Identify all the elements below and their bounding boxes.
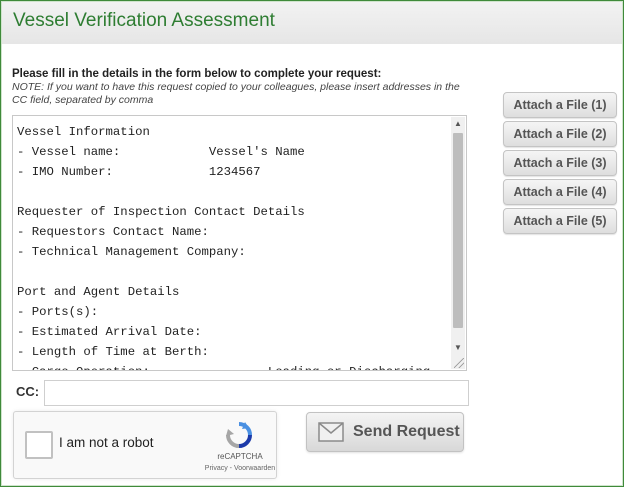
attach-file-3-button[interactable]: Attach a File (3) [503,150,617,176]
recaptcha-logo-icon [226,422,252,448]
attach-file-4-button[interactable]: Attach a File (4) [503,179,617,205]
attach-file-5-button[interactable]: Attach a File (5) [503,208,617,234]
send-request-button[interactable]: Send Request [306,412,464,452]
scroll-down-arrow-icon[interactable]: ▼ [451,341,465,355]
resize-grip-icon[interactable] [454,358,464,368]
recaptcha-checkbox-label: I am not a robot [59,435,154,450]
textarea-scrollbar[interactable]: ▲ ▼ [451,117,465,369]
form-frame: Vessel Verification Assessment Please fi… [0,0,624,487]
envelope-icon [318,422,344,442]
form-instructions: Please fill in the details in the form b… [12,67,472,107]
attach-file-2-button[interactable]: Attach a File (2) [503,121,617,147]
cc-input[interactable] [44,380,469,406]
instructions-note: NOTE: If you want to have this request c… [12,81,460,106]
recaptcha-brand: reCAPTCHA [217,452,263,461]
page-title: Vessel Verification Assessment [13,10,275,31]
request-details-text: Vessel Information - Vessel name: Vessel… [17,125,430,370]
request-details-textarea[interactable]: Vessel Information - Vessel name: Vessel… [12,115,467,371]
instructions-lead: Please fill in the details in the form b… [12,68,382,80]
scroll-up-arrow-icon[interactable]: ▲ [451,117,465,131]
cc-label: CC: [16,384,40,399]
recaptcha-terms-link[interactable]: Privacy - Voorwaarden [195,465,285,472]
scrollbar-thumb[interactable] [453,133,463,328]
header-bar: Vessel Verification Assessment [2,2,622,44]
send-request-label: Send Request [353,423,460,440]
attach-file-1-button[interactable]: Attach a File (1) [503,92,617,118]
recaptcha-checkbox[interactable] [25,431,53,459]
recaptcha-widget: I am not a robot reCAPTCHA Privacy - Voo… [13,411,277,479]
